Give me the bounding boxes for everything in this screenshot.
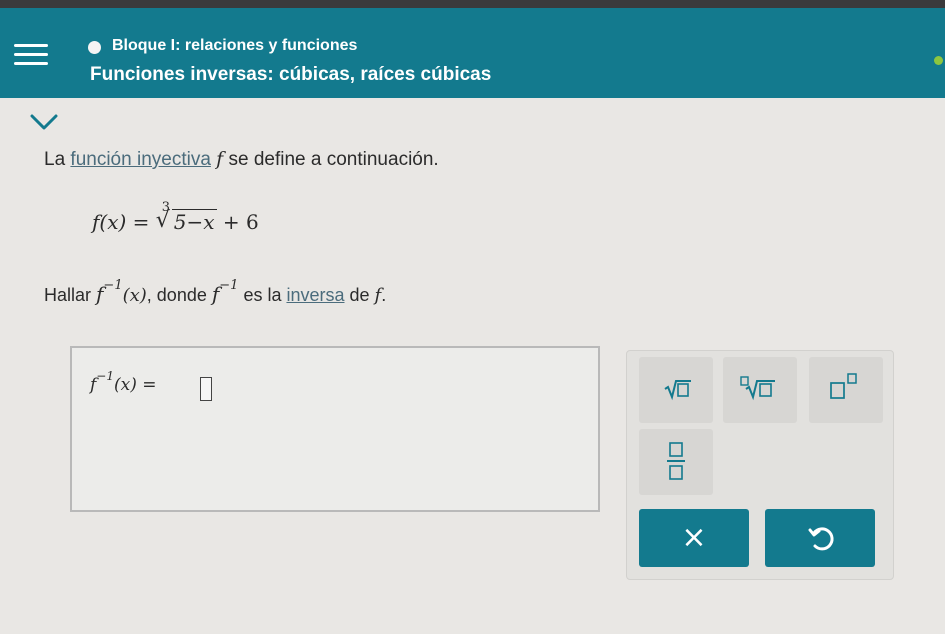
question-post: es la — [238, 285, 287, 305]
answer-sup: −1 — [96, 369, 114, 383]
fraction-key[interactable] — [639, 429, 713, 495]
question-sup2: −1 — [219, 278, 239, 293]
radicand: 5−x — [171, 209, 217, 234]
answer-input[interactable] — [200, 377, 212, 401]
answer-label: f−1(x) = — [90, 369, 157, 395]
undo-icon — [808, 527, 834, 551]
math-keypad: × — [626, 350, 894, 580]
injective-function-link[interactable]: función inyectiva — [70, 149, 210, 170]
question-arg: (x) — [122, 285, 147, 306]
status-dot-icon — [934, 56, 943, 65]
cube-root: 3 √ 5−x — [155, 200, 217, 234]
topic-bullet-icon — [88, 41, 101, 54]
answer-box: f−1(x) = — [70, 346, 600, 512]
function-formula: f(x) = 3 √ 5−x + 6 — [92, 200, 259, 234]
exponent-key[interactable] — [809, 357, 883, 423]
page-title: Funciones inversas: cúbicas, raíces cúbi… — [90, 64, 492, 85]
question-text: Hallar f−1(x), donde f−1 es la inversa d… — [44, 278, 387, 306]
intro-tail: se define a continuación. — [223, 149, 439, 170]
answer-rest: (x) = — [114, 375, 157, 395]
formula-tail: + 6 — [216, 210, 259, 234]
question-sup: −1 — [103, 278, 123, 293]
question-de: de — [344, 285, 375, 305]
exponent-icon — [830, 373, 857, 399]
menu-icon[interactable] — [14, 44, 48, 68]
topic-label: Bloque I: relaciones y funciones — [112, 37, 358, 54]
inverse-link[interactable]: inversa — [286, 285, 344, 305]
question-mid: , donde — [146, 285, 212, 305]
undo-button[interactable] — [765, 509, 875, 567]
intro-text: La — [44, 149, 71, 170]
fraction-icon — [667, 442, 685, 480]
chevron-down-icon[interactable] — [28, 112, 60, 132]
square-root-key[interactable] — [639, 357, 713, 423]
square-root-icon — [664, 380, 691, 401]
radical-sign-icon: √ — [155, 208, 170, 233]
question-dot: . — [381, 285, 387, 305]
clear-button[interactable]: × — [639, 509, 749, 567]
nth-root-key[interactable] — [723, 357, 797, 423]
formula-lhs: f(x) = — [92, 210, 156, 234]
header-bar: Bloque I: relaciones y funciones Funcion… — [0, 8, 945, 98]
problem-intro: La función inyectiva f se define a conti… — [44, 148, 439, 171]
question-pre: Hallar — [44, 285, 97, 305]
top-strip — [0, 0, 945, 8]
nth-root-icon — [740, 376, 775, 401]
